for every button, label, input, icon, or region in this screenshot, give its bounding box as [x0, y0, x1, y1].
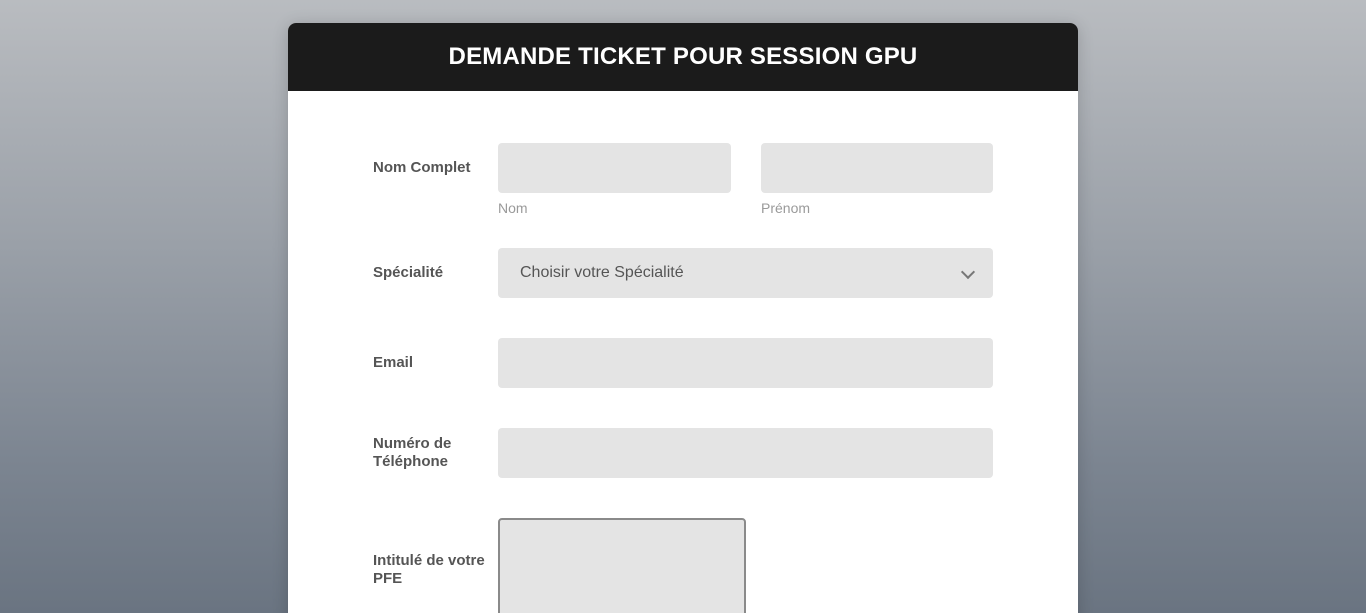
phone-label: Numéro de Téléphone: [373, 435, 452, 470]
specialty-selected-value: Choisir votre Spécialité: [520, 264, 684, 281]
card-header: DEMANDE TICKET POUR SESSION GPU: [288, 23, 1078, 91]
full-name-label: Nom Complet: [373, 159, 471, 176]
email-label: Email: [373, 354, 414, 371]
first-name-input[interactable]: [761, 143, 993, 193]
last-name-input[interactable]: [498, 143, 731, 193]
specialty-label: Spécialité: [373, 264, 444, 281]
ticket-request-card: DEMANDE TICKET POUR SESSION GPU Nom Comp…: [288, 23, 1078, 613]
chevron-down-icon: [960, 264, 976, 280]
phone-input[interactable]: [498, 428, 993, 478]
last-name-hint: Nom: [498, 200, 528, 216]
specialty-select[interactable]: Choisir votre Spécialité: [498, 248, 993, 298]
first-name-hint: Prénom: [761, 200, 811, 216]
pfe-title-textarea[interactable]: [498, 518, 746, 613]
pfe-title-label: Intitulé de votre PFE: [373, 552, 485, 587]
page-title: DEMANDE TICKET POUR SESSION GPU: [448, 43, 918, 70]
email-input[interactable]: [498, 338, 993, 388]
